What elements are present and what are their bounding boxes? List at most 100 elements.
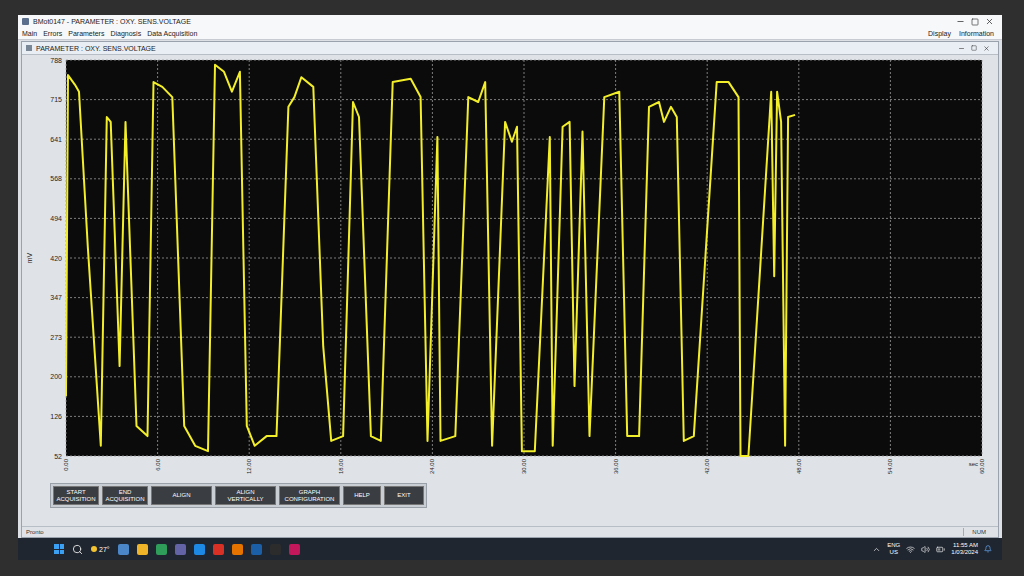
taskbar: 27° ENGUS 11:55 AM1/03/2024 bbox=[18, 538, 1002, 560]
y-tick: 200 bbox=[50, 373, 982, 380]
language-indicator[interactable]: ENGUS bbox=[887, 542, 900, 556]
y-tick: 347 bbox=[50, 294, 982, 301]
toolbar-button[interactable]: GRAPH CONFIGURATION bbox=[279, 486, 340, 505]
plot-area bbox=[66, 60, 982, 456]
battery-icon[interactable] bbox=[936, 545, 945, 554]
weather-widget[interactable]: 27° bbox=[91, 545, 110, 554]
minimize-button[interactable] bbox=[958, 45, 965, 52]
clock[interactable]: 11:55 AM1/03/2024 bbox=[951, 542, 978, 556]
svg-text:715: 715 bbox=[50, 96, 62, 103]
menu-item[interactable]: Main bbox=[22, 29, 37, 38]
maximize-icon bbox=[971, 18, 979, 26]
maximize-button[interactable] bbox=[971, 18, 979, 26]
toolbar-button[interactable]: HELP bbox=[343, 486, 381, 505]
close-button[interactable] bbox=[983, 45, 990, 52]
start-button[interactable] bbox=[54, 544, 64, 554]
x-tick: 6.00 bbox=[155, 60, 161, 471]
window-controls bbox=[956, 17, 998, 26]
child-window: PARAMETER : OXY. SENS.VOLTAGE 52 126 200 273… bbox=[21, 41, 999, 538]
menu-item[interactable]: Diagnosis bbox=[110, 29, 141, 38]
svg-text:12.00: 12.00 bbox=[246, 458, 252, 474]
y-tick: 126 bbox=[50, 413, 982, 420]
oxy-sensor-chart: 521262002733474204945686417157880.006.00… bbox=[22, 55, 998, 480]
svg-text:18.00: 18.00 bbox=[338, 458, 344, 474]
svg-text:52: 52 bbox=[54, 453, 62, 460]
menu-item[interactable]: Errors bbox=[43, 29, 62, 38]
x-tick: 60.00 bbox=[979, 60, 985, 474]
search-icon[interactable] bbox=[72, 544, 83, 555]
x-tick: 48.00 bbox=[796, 60, 802, 474]
window-controls bbox=[958, 45, 994, 52]
screen: BMot0147 - PARAMETER : OXY. SENS.VOLTAGE… bbox=[18, 15, 1002, 560]
svg-text:494: 494 bbox=[50, 215, 62, 222]
svg-text:30.00: 30.00 bbox=[521, 458, 527, 474]
y-tick: 273 bbox=[50, 334, 982, 341]
tray-chevron-icon[interactable] bbox=[872, 545, 881, 554]
taskbar-app-icon[interactable] bbox=[289, 544, 300, 555]
weather-icon bbox=[91, 546, 97, 552]
status-text: Pronto bbox=[26, 528, 44, 536]
chart-panel: 521262002733474204945686417157880.006.00… bbox=[22, 55, 998, 480]
svg-text:273: 273 bbox=[50, 334, 62, 341]
toolbar-button[interactable]: ALIGN VERTICALLY bbox=[215, 486, 276, 505]
maximize-icon bbox=[971, 45, 977, 51]
svg-text:24.00: 24.00 bbox=[429, 458, 435, 474]
svg-text:126: 126 bbox=[50, 413, 62, 420]
signal-line bbox=[66, 65, 795, 456]
svg-text:36.00: 36.00 bbox=[613, 458, 619, 474]
y-tick: 568 bbox=[50, 175, 982, 182]
close-icon bbox=[985, 17, 994, 26]
child-title-bar: PARAMETER : OXY. SENS.VOLTAGE bbox=[22, 42, 998, 55]
wifi-icon[interactable] bbox=[906, 545, 915, 554]
toolbar-button[interactable]: END ACQUISITION bbox=[102, 486, 148, 505]
taskbar-app-icon[interactable] bbox=[251, 544, 262, 555]
taskbar-app-icon[interactable] bbox=[137, 544, 148, 555]
close-button[interactable] bbox=[985, 17, 994, 26]
volume-icon[interactable] bbox=[921, 545, 930, 554]
svg-text:54.00: 54.00 bbox=[887, 458, 893, 474]
taskbar-app-icon[interactable] bbox=[232, 544, 243, 555]
menu-item[interactable]: Parameters bbox=[68, 29, 104, 38]
minimize-icon bbox=[956, 17, 965, 26]
svg-text:641: 641 bbox=[50, 136, 62, 143]
button-bar: START ACQUISITIONEND ACQUISITIONALIGNALI… bbox=[22, 480, 998, 508]
y-tick: 715 bbox=[50, 96, 982, 103]
title-bar: BMot0147 - PARAMETER : OXY. SENS.VOLTAGE bbox=[18, 15, 1002, 28]
svg-text:6.00: 6.00 bbox=[155, 458, 161, 470]
menu-item[interactable]: Data Acquisition bbox=[147, 29, 197, 38]
notification-icon[interactable] bbox=[984, 545, 992, 553]
taskbar-app-icon[interactable] bbox=[175, 544, 186, 555]
x-unit: sec bbox=[969, 461, 978, 467]
taskbar-app-icon[interactable] bbox=[194, 544, 205, 555]
y-unit: mV bbox=[26, 252, 33, 263]
menu-item[interactable]: Information bbox=[959, 29, 994, 38]
close-icon bbox=[983, 45, 990, 52]
child-icon bbox=[26, 45, 32, 51]
y-tick: 494 bbox=[50, 215, 982, 222]
toolbar-button[interactable]: START ACQUISITION bbox=[53, 486, 99, 505]
menu-item[interactable]: Display bbox=[928, 29, 951, 38]
toolbar-button[interactable]: ALIGN bbox=[151, 486, 212, 505]
svg-text:42.00: 42.00 bbox=[704, 458, 710, 474]
minimize-icon bbox=[958, 45, 965, 52]
svg-text:200: 200 bbox=[50, 373, 62, 380]
x-tick: 54.00 bbox=[887, 60, 893, 474]
taskbar-app-icon[interactable] bbox=[118, 544, 129, 555]
maximize-button[interactable] bbox=[971, 45, 977, 51]
x-tick: 36.00 bbox=[613, 60, 619, 474]
child-title: PARAMETER : OXY. SENS.VOLTAGE bbox=[36, 44, 156, 53]
taskbar-app-icon[interactable] bbox=[213, 544, 224, 555]
svg-text:0.00: 0.00 bbox=[63, 458, 69, 470]
taskbar-app-icon[interactable] bbox=[270, 544, 281, 555]
window-title: BMot0147 - PARAMETER : OXY. SENS.VOLTAGE bbox=[33, 17, 191, 26]
y-tick: 52 bbox=[54, 453, 982, 460]
monitor: BMot0147 - PARAMETER : OXY. SENS.VOLTAGE… bbox=[0, 0, 1024, 576]
toolbar-button[interactable]: EXIT bbox=[384, 486, 424, 505]
svg-text:60.00: 60.00 bbox=[979, 458, 985, 474]
app-icon bbox=[22, 18, 29, 25]
svg-text:347: 347 bbox=[50, 294, 62, 301]
svg-text:48.00: 48.00 bbox=[796, 458, 802, 474]
y-tick: 788 bbox=[50, 57, 982, 64]
taskbar-app-icon[interactable] bbox=[156, 544, 167, 555]
minimize-button[interactable] bbox=[956, 17, 965, 26]
